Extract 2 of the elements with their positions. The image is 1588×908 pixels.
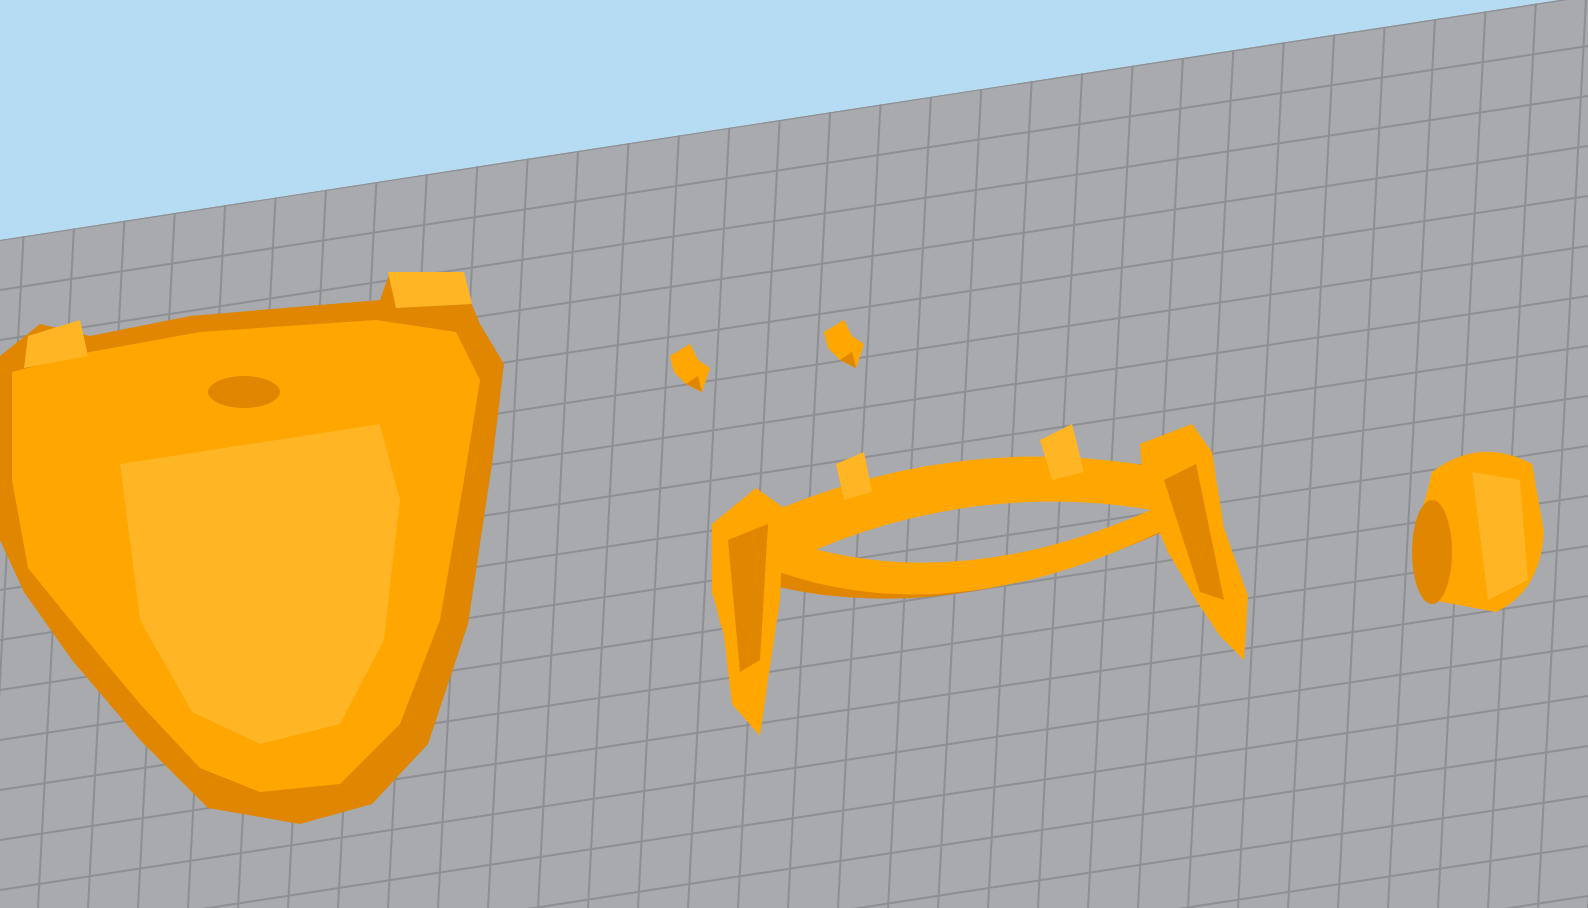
clip-model — [824, 320, 864, 368]
clip-model — [670, 344, 710, 392]
